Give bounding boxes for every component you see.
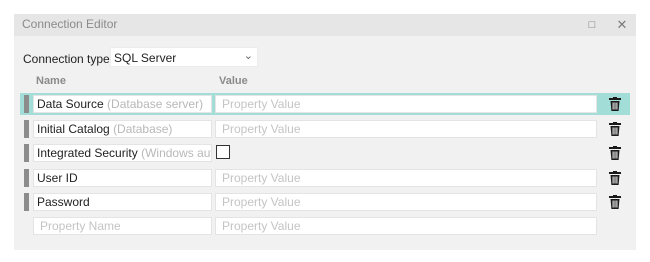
property-row-password[interactable]: Password Property Value — [20, 191, 630, 213]
drag-handle[interactable] — [24, 193, 29, 211]
trash-icon[interactable] — [609, 171, 621, 185]
property-name: Integrated Security — [37, 146, 138, 160]
trash-icon[interactable] — [609, 146, 621, 160]
property-name-cell[interactable]: Data Source (Database server) — [33, 95, 212, 113]
connection-editor-window: Connection Editor □ ✕ Connection type: S… — [14, 14, 636, 250]
drag-handle[interactable] — [24, 169, 29, 187]
trash-icon[interactable] — [609, 97, 621, 111]
trash-icon[interactable] — [609, 195, 621, 209]
drag-handle[interactable] — [24, 120, 29, 138]
maximize-button[interactable]: □ — [583, 16, 601, 34]
property-name-cell[interactable]: User ID — [33, 169, 212, 187]
property-value-checkbox-cell — [215, 144, 597, 162]
property-name-cell[interactable]: Initial Catalog (Database) — [33, 120, 212, 138]
property-row-data-source[interactable]: Data Source (Database server) Property V… — [20, 93, 630, 115]
new-property-row[interactable]: Property Name Property Value — [20, 215, 630, 237]
window-title: Connection Editor — [22, 17, 118, 31]
property-name: Password — [37, 195, 90, 209]
property-name: Data Source — [37, 97, 104, 111]
property-row-initial-catalog[interactable]: Initial Catalog (Database) Property Valu… — [20, 118, 630, 140]
title-bar: Connection Editor □ ✕ — [14, 14, 636, 36]
connection-type-dropdown[interactable]: SQL Server ⌄ — [110, 47, 258, 67]
property-name: Initial Catalog — [37, 122, 110, 136]
drag-handle[interactable] — [24, 95, 29, 113]
property-name-input[interactable]: Property Name — [33, 217, 212, 235]
property-row-integrated-security[interactable]: Integrated Security (Windows authe — [20, 142, 630, 164]
chevron-down-icon: ⌄ — [243, 50, 253, 62]
close-button[interactable]: ✕ — [613, 16, 631, 34]
integrated-security-checkbox[interactable] — [216, 145, 230, 159]
property-value-input[interactable]: Property Value — [215, 120, 597, 138]
property-hint: (Database server) — [107, 97, 204, 111]
property-value-input[interactable]: Property Value — [215, 193, 597, 211]
connection-type-value: SQL Server — [114, 51, 177, 65]
connection-type-label: Connection type: — [23, 52, 114, 66]
property-value-input[interactable]: Property Value — [215, 217, 597, 235]
drag-handle[interactable] — [24, 144, 29, 162]
trash-icon[interactable] — [609, 122, 621, 136]
property-value-input[interactable]: Property Value — [215, 95, 597, 113]
property-hint: (Windows authe — [141, 146, 211, 160]
property-value-input[interactable]: Property Value — [215, 169, 597, 187]
property-name: User ID — [37, 171, 78, 185]
property-name-cell[interactable]: Integrated Security (Windows authe — [33, 144, 212, 162]
property-name-cell[interactable]: Password — [33, 193, 212, 211]
column-header-value: Value — [219, 75, 248, 87]
column-header-name: Name — [36, 75, 66, 87]
property-row-user-id[interactable]: User ID Property Value — [20, 167, 630, 189]
property-hint: (Database) — [113, 122, 173, 136]
